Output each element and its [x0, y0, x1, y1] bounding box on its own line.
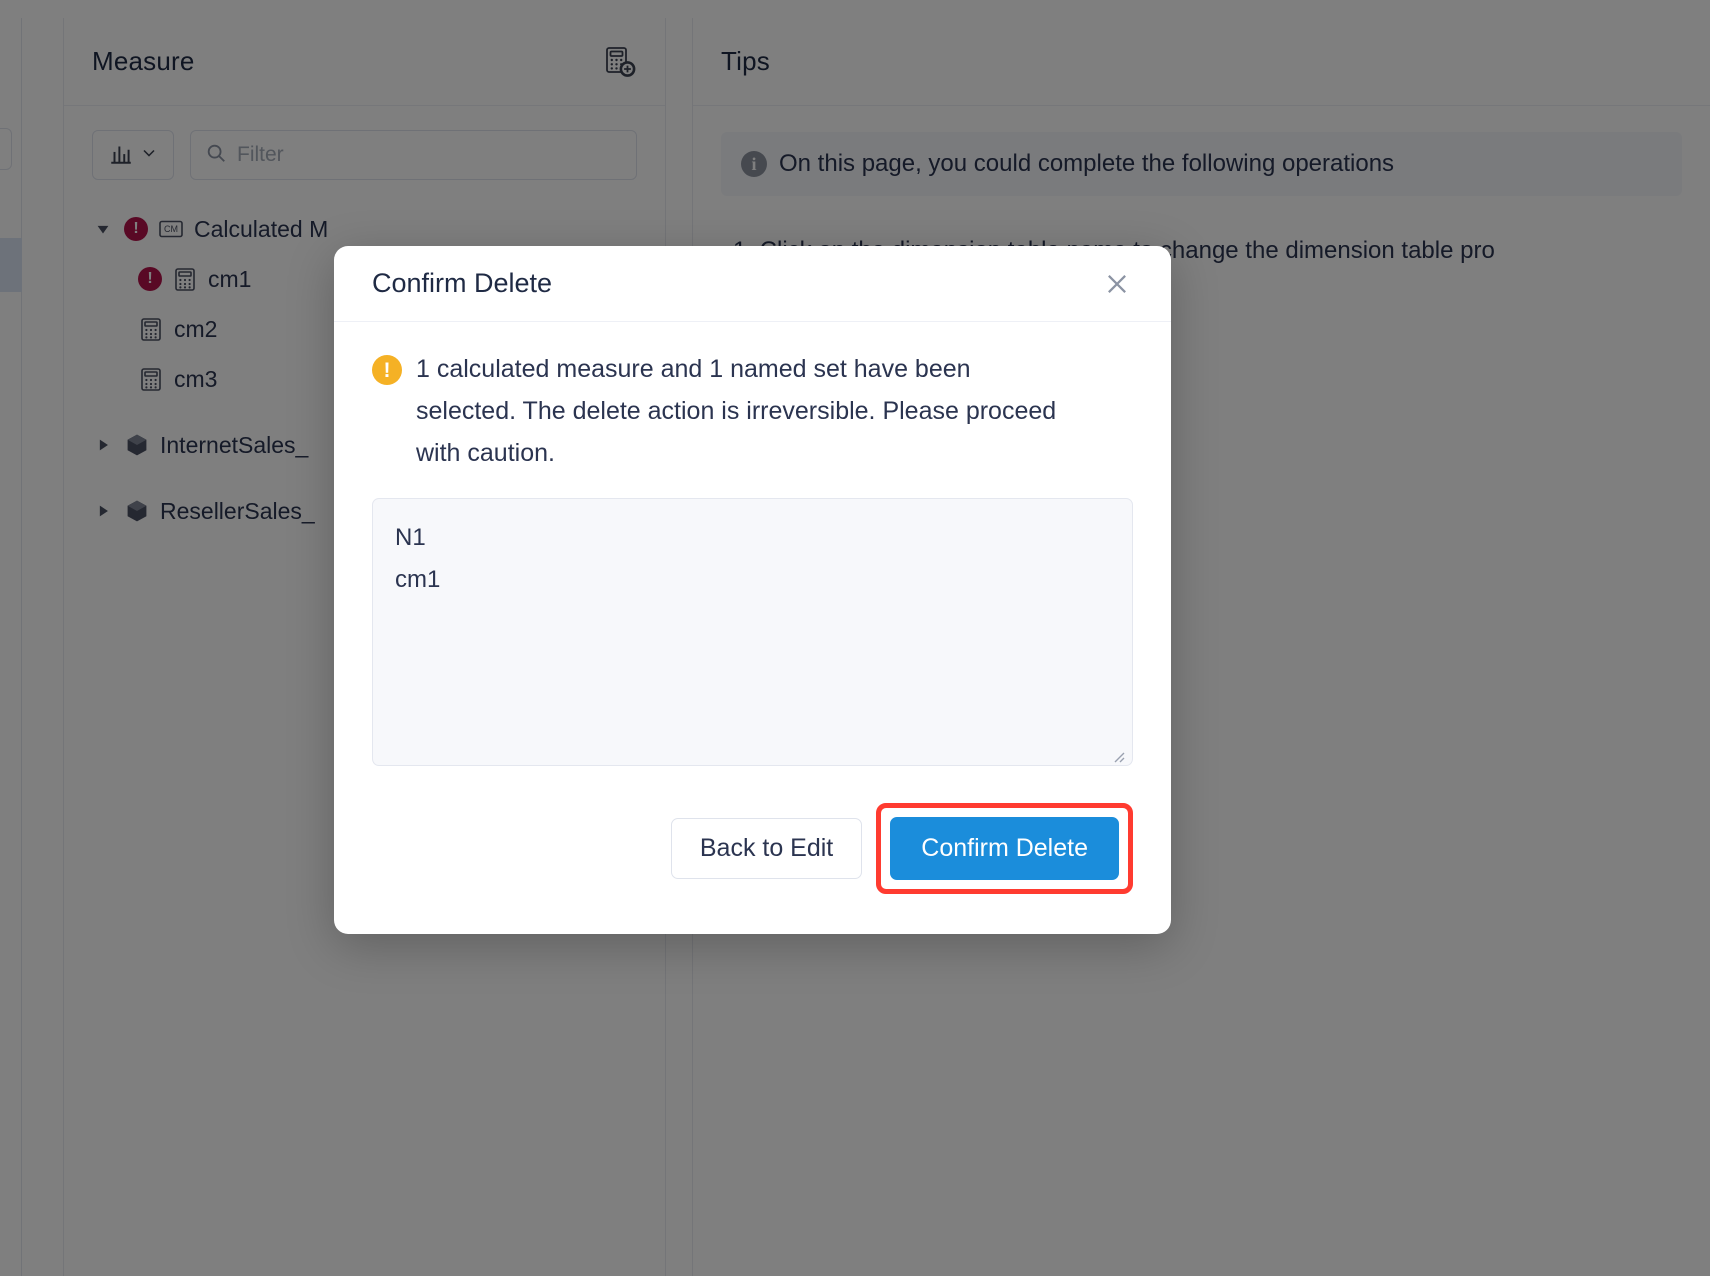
dialog-textarea-wrap — [372, 474, 1133, 771]
back-to-edit-button[interactable]: Back to Edit — [670, 818, 863, 879]
dialog-warning-text: 1 calculated measure and 1 named set hav… — [416, 355, 1057, 467]
selected-items-textarea[interactable] — [372, 498, 1133, 766]
dialog-warning: ! 1 calculated measure and 1 named set h… — [372, 348, 1133, 474]
confirm-delete-button[interactable]: Confirm Delete — [890, 817, 1119, 880]
confirm-delete-dialog: Confirm Delete ! 1 calculated measure an… — [334, 246, 1171, 934]
dialog-footer: Back to Edit Confirm Delete — [334, 771, 1171, 934]
confirm-delete-highlight: Confirm Delete — [876, 803, 1133, 894]
dialog-body: ! 1 calculated measure and 1 named set h… — [334, 322, 1171, 771]
warning-icon: ! — [372, 355, 402, 385]
close-icon[interactable] — [1097, 264, 1137, 304]
dialog-header: Confirm Delete — [334, 246, 1171, 322]
dialog-title: Confirm Delete — [372, 268, 553, 298]
